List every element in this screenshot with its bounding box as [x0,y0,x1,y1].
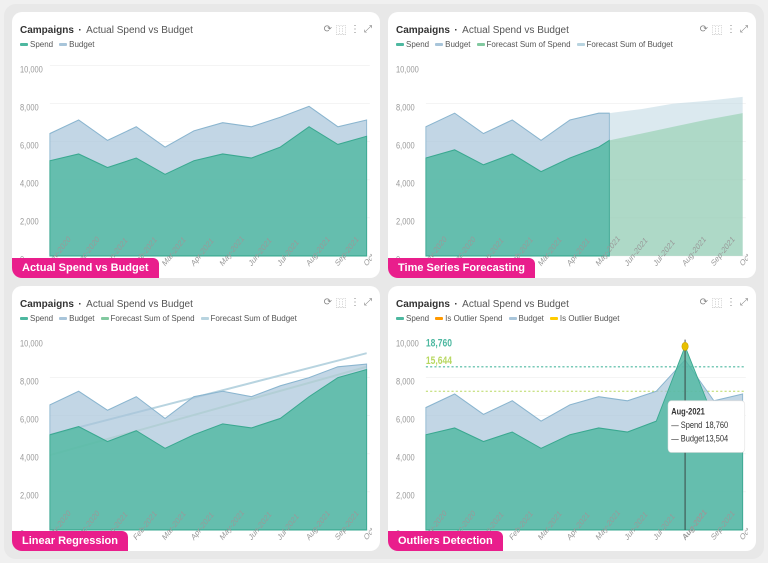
more-icon-2[interactable]: ⋮ [726,24,736,35]
svg-text:2,000: 2,000 [20,489,39,500]
legend-4: Spend Is Outlier Spend Budget Is Outlier… [396,314,748,323]
svg-text:6,000: 6,000 [20,413,39,424]
svg-text:4,000: 4,000 [20,178,39,189]
card-header-3: Campaigns · Actual Spend vs Budget ⟳ ⿲ ⋮… [20,294,372,312]
svg-text:4,000: 4,000 [20,451,39,462]
svg-text:2,000: 2,000 [396,216,415,227]
refresh-icon-1[interactable]: ⟳ [324,24,332,35]
expand-icon-4[interactable]: ⤢ [740,297,748,308]
svg-text:4,000: 4,000 [396,451,415,462]
svg-text:6,000: 6,000 [20,140,39,151]
svg-text:— Spend: — Spend [671,419,702,430]
expand-icon-3[interactable]: ⤢ [364,297,372,308]
card-icons-4: ⟳ ⿲ ⋮ ⤢ [700,295,748,310]
svg-text:10,000: 10,000 [20,63,43,74]
legend-3: Spend Budget Forecast Sum of Spend Forec… [20,314,372,323]
legend-item-spend-1: Spend [20,40,53,49]
refresh-icon-4[interactable]: ⟳ [700,297,708,308]
legend-item-spend-2: Spend [396,40,429,49]
expand-icon-1[interactable]: ⤢ [364,24,372,35]
legend-item-budget-1: Budget [59,40,94,49]
chart-icon-1[interactable]: ⿲ [336,22,346,37]
chart-svg-4: 0 2,000 4,000 6,000 8,000 10,000 [396,326,748,544]
legend-item-budget-4: Budget [509,314,544,323]
svg-text:13,504: 13,504 [705,432,728,443]
more-icon-1[interactable]: ⋮ [350,24,360,35]
chart-icon-3[interactable]: ⿲ [336,295,346,310]
refresh-icon-2[interactable]: ⟳ [700,24,708,35]
svg-text:15,644: 15,644 [426,355,453,367]
svg-text:8,000: 8,000 [20,102,39,113]
svg-text:8,000: 8,000 [396,375,415,386]
card-icons-3: ⟳ ⿲ ⋮ ⤢ [324,295,372,310]
card-title-1: Campaigns · Actual Spend vs Budget [20,20,193,38]
card-icons-2: ⟳ ⿲ ⋮ ⤢ [700,22,748,37]
card-header-4: Campaigns · Actual Spend vs Budget ⟳ ⿲ ⋮… [396,294,748,312]
svg-text:18,760: 18,760 [705,419,728,430]
svg-text:10,000: 10,000 [396,63,419,74]
legend-color-budget-1 [59,43,67,46]
legend-2: Spend Budget Forecast Sum of Spend Forec… [396,40,748,49]
card-title-3: Campaigns · Actual Spend vs Budget [20,294,193,312]
card-header-2: Campaigns · Actual Spend vs Budget ⟳ ⿲ ⋮… [396,20,748,38]
expand-icon-2[interactable]: ⤢ [740,24,748,35]
legend-item-outlier-spend-4: Is Outlier Spend [435,314,502,323]
legend-color-spend-1 [20,43,28,46]
svg-text:2,000: 2,000 [20,216,39,227]
svg-text:— Budget: — Budget [671,432,705,443]
legend-item-outlier-budget-4: Is Outlier Budget [550,314,620,323]
chart-area-2: 0 2,000 4,000 6,000 8,000 10,000 [396,52,748,270]
svg-text:10,000: 10,000 [396,337,419,348]
svg-text:2,000: 2,000 [396,489,415,500]
chart-area-4: 0 2,000 4,000 6,000 8,000 10,000 [396,326,748,544]
svg-text:6,000: 6,000 [396,413,415,424]
more-icon-3[interactable]: ⋮ [350,297,360,308]
legend-item-spend-3: Spend [20,314,53,323]
legend-item-fbudget-2: Forecast Sum of Budget [577,40,673,49]
card-label-3: Linear Regression [12,531,128,551]
chart-area-3: 0 2,000 4,000 6,000 8,000 10,000 [20,326,372,544]
svg-text:8,000: 8,000 [396,102,415,113]
card-label-1: Actual Spend vs Budget [12,258,159,278]
svg-text:Aug-2021: Aug-2021 [671,405,705,416]
chart-svg-3: 0 2,000 4,000 6,000 8,000 10,000 [20,326,372,544]
dashboard: Campaigns · Actual Spend vs Budget ⟳ ⿲ ⋮… [4,4,764,559]
card-actual-spend: Campaigns · Actual Spend vs Budget ⟳ ⿲ ⋮… [12,12,380,278]
svg-text:18,760: 18,760 [426,337,453,349]
svg-text:8,000: 8,000 [20,375,39,386]
card-icons-1: ⟳ ⿲ ⋮ ⤢ [324,22,372,37]
card-label-4: Outliers Detection [388,531,503,551]
legend-item-spend-4: Spend [396,314,429,323]
svg-text:10,000: 10,000 [20,337,43,348]
chart-svg-2: 0 2,000 4,000 6,000 8,000 10,000 [396,52,748,270]
card-title-2: Campaigns · Actual Spend vs Budget [396,20,569,38]
legend-item-fspend-2: Forecast Sum of Spend [477,40,571,49]
legend-item-budget-2: Budget [435,40,470,49]
svg-text:4,000: 4,000 [396,178,415,189]
chart-svg-1: 0 2,000 4,000 6,000 8,000 10,000 Nov-202… [20,52,372,270]
refresh-icon-3[interactable]: ⟳ [324,297,332,308]
legend-1: Spend Budget [20,40,372,49]
legend-item-fspend-3: Forecast Sum of Spend [101,314,195,323]
chart-icon-4[interactable]: ⿲ [712,295,722,310]
card-label-2: Time Series Forecasting [388,258,535,278]
card-header-1: Campaigns · Actual Spend vs Budget ⟳ ⿲ ⋮… [20,20,372,38]
legend-item-budget-3: Budget [59,314,94,323]
card-time-series: Campaigns · Actual Spend vs Budget ⟳ ⿲ ⋮… [388,12,756,278]
card-linear-regression: Campaigns · Actual Spend vs Budget ⟳ ⿲ ⋮… [12,286,380,552]
more-icon-4[interactable]: ⋮ [726,297,736,308]
card-outliers: Campaigns · Actual Spend vs Budget ⟳ ⿲ ⋮… [388,286,756,552]
chart-icon-2[interactable]: ⿲ [712,22,722,37]
legend-item-fbudget-3: Forecast Sum of Budget [201,314,297,323]
chart-area-1: 0 2,000 4,000 6,000 8,000 10,000 Nov-202… [20,52,372,270]
svg-text:6,000: 6,000 [396,140,415,151]
card-title-4: Campaigns · Actual Spend vs Budget [396,294,569,312]
